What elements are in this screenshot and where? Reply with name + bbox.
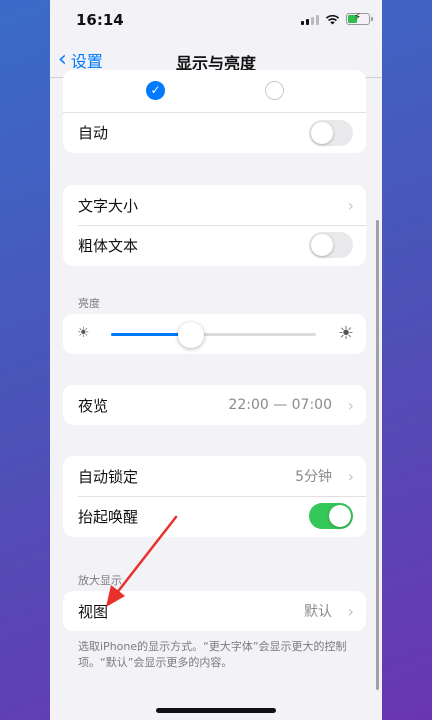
night-shift-card: 夜览 22:00 — 07:00 › [63, 385, 366, 425]
night-shift-label: 夜览 [78, 396, 109, 415]
sun-small-icon: ☀ [77, 325, 90, 341]
zoom-footnote: 选取iPhone的显示方式。“更大字体”会显示更大的控制项。“默认”会显示更多的… [78, 640, 347, 669]
auto-lock-label: 自动锁定 [78, 467, 139, 486]
auto-appearance-row: 自动 [63, 112, 366, 152]
battery-charging-icon: ⚡ [346, 12, 373, 25]
bold-text-label: 粗体文本 [78, 236, 139, 255]
status-time: 16:14 [76, 11, 124, 29]
chevron-right-icon: › [347, 395, 354, 415]
status-icons: ⚡ [301, 12, 373, 25]
text-card: 文字大小 › 粗体文本 [63, 185, 366, 266]
auto-lock-row[interactable]: 自动锁定 5分钟 › [63, 456, 366, 496]
auto-appearance-toggle[interactable] [309, 119, 353, 146]
brightness-track[interactable] [111, 333, 316, 336]
zoom-section-label: 放大显示 [78, 574, 122, 587]
appearance-light-checkmark[interactable]: ✓ [146, 81, 165, 100]
phone-screen: 16:14 ⚡ ‹ 设置 显示与亮度 ✓ 自动 文字大小 › 粗体文本 亮度 ☀… [50, 0, 382, 720]
lock-card: 自动锁定 5分钟 › 抬起唤醒 [63, 456, 366, 537]
auto-appearance-label: 自动 [78, 124, 109, 142]
settings-content: ✓ 自动 文字大小 › 粗体文本 亮度 ☀ ☀ 夜览 22:00 — 07:00… [50, 70, 382, 720]
bold-text-row: 粗体文本 [63, 225, 366, 265]
chevron-right-icon: › [347, 466, 354, 486]
scroll-indicator[interactable] [376, 220, 379, 690]
appearance-dark-radio[interactable] [265, 81, 284, 100]
sun-large-icon: ☀ [337, 323, 354, 344]
cellular-signal-icon [301, 14, 319, 25]
night-shift-value: 22:00 — 07:00 [228, 397, 332, 413]
brightness-card: ☀ ☀ [63, 314, 366, 354]
appearance-options: ✓ [63, 70, 366, 112]
brightness-slider[interactable]: ☀ ☀ [63, 314, 366, 354]
home-indicator[interactable] [156, 708, 276, 713]
raise-to-wake-label: 抬起唤醒 [78, 507, 139, 526]
zoom-card: 视图 默认 › [63, 591, 366, 631]
display-view-label: 视图 [78, 602, 109, 621]
chevron-right-icon: › [347, 601, 354, 621]
wifi-icon [325, 14, 340, 24]
auto-lock-value: 5分钟 [295, 469, 332, 485]
brightness-thumb[interactable] [177, 322, 204, 348]
raise-to-wake-toggle[interactable] [309, 503, 353, 529]
raise-to-wake-row: 抬起唤醒 [63, 496, 366, 536]
bold-text-toggle[interactable] [309, 232, 353, 258]
text-size-row[interactable]: 文字大小 › [63, 185, 366, 225]
night-shift-row[interactable]: 夜览 22:00 — 07:00 › [63, 385, 366, 425]
display-view-value: 默认 [304, 604, 332, 620]
brightness-section-label: 亮度 [78, 297, 100, 310]
appearance-card: ✓ 自动 [63, 70, 366, 153]
text-size-label: 文字大小 [78, 196, 139, 215]
status-bar: 16:14 ⚡ [50, 0, 382, 40]
chevron-right-icon: › [347, 195, 354, 215]
display-view-row[interactable]: 视图 默认 › [63, 591, 366, 631]
